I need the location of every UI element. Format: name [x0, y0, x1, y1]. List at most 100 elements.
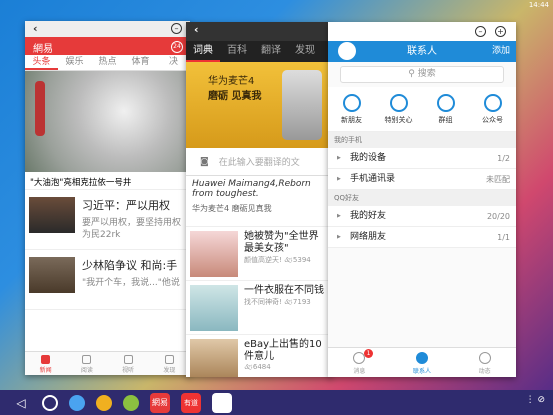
news-item[interactable]: 少林陷争议 和尚:手 "我开个车，我说..."他说	[25, 250, 190, 310]
bottom-nav: 1 消息 联系人 动态	[328, 347, 516, 377]
desktop: 14:44 ‹ – 網易 24 头条 娱乐 热点 体育 决 "大油泡"亮相克拉依一…	[0, 0, 553, 415]
discover-icon	[164, 355, 174, 364]
browser-icon[interactable]	[69, 394, 85, 411]
groups-button[interactable]: 群组	[422, 92, 469, 126]
minimize-icon[interactable]: –	[475, 26, 486, 37]
tab-encyclopedia[interactable]: 百科	[220, 41, 254, 62]
phone-image	[282, 70, 322, 140]
window-titlebar[interactable]: ‹	[186, 22, 332, 41]
article-item[interactable]: 一件衣服在不同钱 找不同神奇! 🙵7193	[186, 280, 332, 334]
quote-chinese: 华为麦芒4 磨砺见真我	[192, 204, 272, 213]
clock: 14:44	[528, 1, 549, 9]
article-item[interactable]: 她被赞为"全世界最美女孩" 颜值高逆天! 🙵5394	[186, 226, 332, 280]
avatar[interactable]	[338, 42, 356, 60]
news-title: 少林陷争议 和尚:手	[82, 259, 178, 272]
status-bar: 14:44	[0, 0, 553, 10]
daily-quote[interactable]: Huawei Maimang4,Reborn from toughest. 华为麦…	[186, 176, 332, 226]
search-app-icon[interactable]	[123, 394, 139, 411]
qq-window[interactable]: – + 联系人 添加 ⚲ 搜索 新朋友 特别关心 群组 公众号 我的手机 我的设备…	[328, 22, 516, 377]
search-icon: ⚲	[408, 69, 418, 79]
close-icon[interactable]: +	[495, 26, 506, 37]
window-titlebar[interactable]: ‹ –	[25, 21, 190, 37]
quote-english: Huawei Maimang4,Reborn from toughest.	[192, 179, 311, 199]
news-tabs: 头条 娱乐 热点 体育 决	[25, 55, 190, 71]
back-icon[interactable]: ◁	[11, 393, 31, 413]
tab-sports[interactable]: 体育	[124, 55, 157, 70]
heart-user-icon	[389, 94, 408, 112]
tab-entertainment[interactable]: 娱乐	[58, 55, 91, 70]
search-placeholder: 在此输入要翻译的文	[218, 158, 300, 168]
article-thumbnail	[190, 285, 238, 331]
news-title: 习近平：严以用权	[82, 199, 170, 212]
search-input[interactable]: ⚲ 搜索	[340, 66, 504, 83]
tab-dictionary[interactable]: 词典	[186, 41, 220, 62]
list-item[interactable]: 手机通讯录未匹配	[328, 169, 516, 190]
nav-feed[interactable]: 动态	[453, 348, 516, 377]
back-arrow-icon[interactable]: ‹	[194, 23, 199, 36]
hero-image[interactable]	[25, 71, 190, 172]
section-header: 我的手机	[328, 132, 516, 148]
nav-news[interactable]: 新闻	[25, 352, 66, 375]
news-item[interactable]: 习近平：严以用权要严以用权，要坚持用权为民22rk	[25, 190, 190, 250]
translate-search[interactable]: ◙ 在此输入要翻译的文	[186, 148, 332, 176]
article-title: 一件衣服在不同钱	[244, 285, 324, 296]
unread-badge: 1	[364, 349, 373, 358]
new-friends-button[interactable]: 新朋友	[328, 92, 375, 126]
person-figure	[35, 81, 45, 136]
special-care-button[interactable]: 特别关心	[375, 92, 422, 126]
app-header: 網易 24	[25, 37, 190, 55]
nav-read[interactable]: 阅读	[66, 352, 107, 375]
news-thumbnail	[29, 257, 75, 293]
star-icon	[478, 352, 491, 364]
read-icon	[82, 355, 92, 364]
home-icon[interactable]	[42, 394, 58, 411]
list-item[interactable]: 我的好友20/20	[328, 206, 516, 227]
article-thumbnail	[190, 231, 238, 277]
news-summary: "我开个车，我说..."他说	[82, 278, 180, 288]
news-icon	[41, 355, 51, 364]
article-title: 她被赞为"全世界最美女孩"	[244, 231, 319, 254]
official-accounts-button[interactable]: 公众号	[469, 92, 516, 126]
nav-messages[interactable]: 1 消息	[328, 348, 391, 377]
tab-translate[interactable]: 翻译	[254, 41, 288, 62]
nav-discover[interactable]: 发现	[149, 352, 190, 375]
minimize-icon[interactable]: –	[171, 23, 182, 34]
list-item[interactable]: 网络朋友1/1	[328, 227, 516, 248]
badge-icon	[483, 94, 502, 112]
article-thumbnail	[190, 339, 238, 377]
mic-icon[interactable]	[96, 394, 112, 411]
article-meta: 🙵6484	[244, 363, 271, 371]
count-badge[interactable]: 24	[171, 41, 183, 53]
tab-headlines[interactable]: 头条	[25, 55, 58, 70]
menu-icon[interactable]: ⋮ ⊘	[526, 395, 545, 405]
contact-icon	[416, 352, 428, 364]
news-summary: 要严以用权，要坚持用权为民22rk	[82, 218, 182, 240]
back-arrow-icon[interactable]: ‹	[33, 22, 38, 35]
contacts-header: 联系人 添加	[328, 41, 516, 62]
app-logo: 網易	[33, 44, 53, 55]
tab-hot[interactable]: 热点	[91, 55, 124, 70]
camera-icon[interactable]: ◙	[200, 157, 209, 167]
nav-contacts[interactable]: 联系人	[391, 348, 454, 377]
quick-actions: 新朋友 特别关心 群组 公众号	[328, 87, 516, 132]
list-item[interactable]: 我的设备1/2	[328, 148, 516, 169]
user-icon	[342, 94, 361, 112]
qq-app-icon[interactable]	[212, 392, 232, 413]
netease-app-icon[interactable]: 網易	[150, 392, 170, 413]
hero-caption[interactable]: "大油泡"亮相克拉依一号井	[25, 172, 190, 190]
add-button[interactable]: 添加	[492, 41, 510, 62]
youdao-window[interactable]: ‹ 词典 百科 翻译 发现 华为麦芒4 磨砺 见真我 ◙ 在此输入要翻译的文 Hu…	[186, 22, 332, 377]
article-item[interactable]: eBay上出售的10件意儿 🙵6484	[186, 334, 332, 377]
ad-banner[interactable]: 华为麦芒4 磨砺 见真我	[186, 62, 332, 148]
page-title: 联系人	[407, 46, 437, 57]
article-meta: 找不同神奇! 🙵7193	[244, 298, 311, 306]
news-thumbnail	[29, 197, 75, 233]
play-icon	[123, 355, 133, 364]
tab-discover[interactable]: 发现	[288, 41, 322, 62]
youdao-app-icon[interactable]: 有道	[181, 392, 201, 413]
bottom-nav: 新闻 阅读 视听 发现	[25, 351, 190, 375]
window-titlebar[interactable]: – +	[328, 22, 516, 41]
netease-window[interactable]: ‹ – 網易 24 头条 娱乐 热点 体育 决 "大油泡"亮相克拉依一号井 习近平…	[25, 21, 190, 375]
nav-video[interactable]: 视听	[108, 352, 149, 375]
article-meta: 颜值高逆天! 🙵5394	[244, 256, 311, 264]
